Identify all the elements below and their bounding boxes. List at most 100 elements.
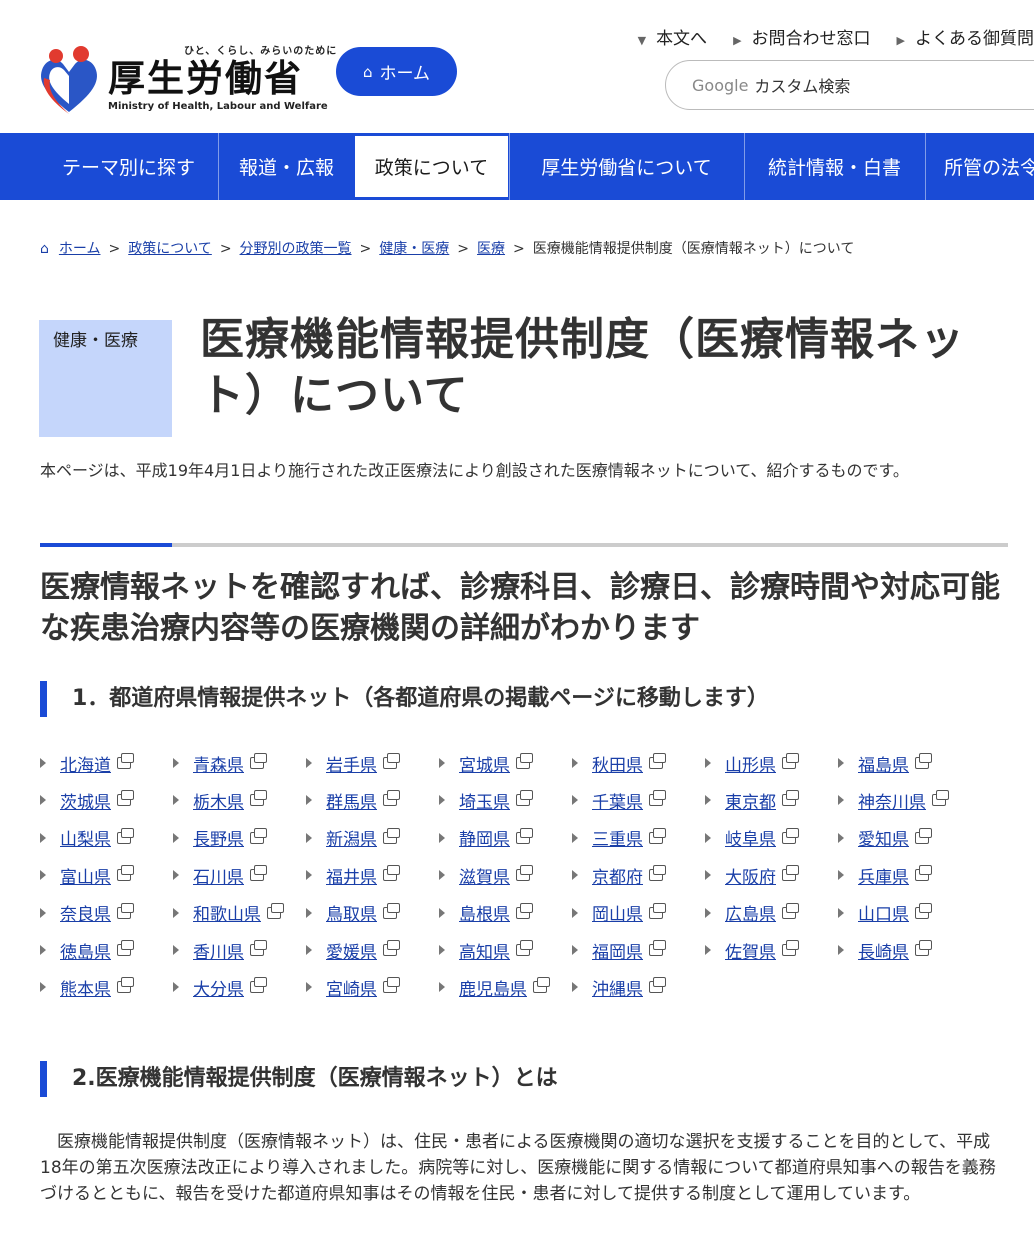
triangle-right-icon: ▶ [733,34,742,47]
prefecture-link[interactable]: 長野県 [173,823,267,853]
prefecture-link[interactable]: 青森県 [173,748,267,778]
prefecture-link[interactable]: 神奈川県 [838,785,949,815]
prefecture-link[interactable]: 和歌山県 [173,898,284,928]
prefecture-link[interactable]: 静岡県 [439,823,533,853]
external-link-icon [117,827,134,844]
prefecture-link[interactable]: 秋田県 [572,748,666,778]
prefecture-link[interactable]: 熊本県 [40,972,134,1002]
external-link-icon [649,865,666,882]
util-link-main[interactable]: ▼ 本文へ [638,24,707,49]
nav-item-press[interactable]: 報道・広報 [218,133,354,200]
prefecture-link[interactable]: 岩手県 [306,748,400,778]
triangle-bullet-icon [572,907,578,918]
prefecture-link-label: 宮崎県 [326,979,377,1000]
prefecture-link[interactable]: 岡山県 [572,898,666,928]
prefecture-link[interactable]: 新潟県 [306,823,400,853]
search-input[interactable]: Google カスタム検索 [665,60,1034,110]
breadcrumb-home[interactable]: ホーム [59,241,101,257]
prefecture-link-label: 奈良県 [60,905,111,926]
prefecture-link-label: 山形県 [725,755,776,776]
prefecture-link[interactable]: 埼玉県 [439,785,533,815]
prefecture-link[interactable]: 富山県 [40,860,134,890]
prefecture-link[interactable]: 石川県 [173,860,267,890]
external-link-icon [782,940,799,956]
prefecture-link[interactable]: 佐賀県 [705,935,799,965]
triangle-bullet-icon [705,945,711,955]
external-link-icon [649,940,666,956]
breadcrumb-health[interactable]: 健康・医療 [379,241,449,257]
external-link-icon [782,865,799,882]
prefecture-link[interactable]: 山形県 [705,748,799,778]
home-icon: ⌂ [362,62,373,81]
prefecture-link[interactable]: 愛媛県 [306,935,400,965]
prefecture-link[interactable]: 東京都 [705,785,799,815]
prefecture-link[interactable]: 岐阜県 [705,823,799,853]
external-link-icon [649,827,666,844]
prefecture-link[interactable]: 三重県 [572,823,666,853]
prefecture-link[interactable]: 福井県 [306,860,400,890]
prefecture-link-label: 山口県 [858,905,909,926]
prefecture-link[interactable]: 長崎県 [838,935,932,965]
prefecture-link[interactable]: 茨城県 [40,785,134,815]
nav-item-about[interactable]: 厚生労働省について [509,133,743,200]
nav-item-laws[interactable]: 所管の法令 [925,133,1034,200]
breadcrumb-field-list[interactable]: 分野別の政策一覧 [240,241,352,257]
prefecture-link[interactable]: 鳥取県 [306,898,400,928]
prefecture-link[interactable]: 宮崎県 [306,972,400,1002]
breadcrumb-policy[interactable]: 政策について [128,241,212,257]
prefecture-link-label: 大分県 [193,979,244,1000]
triangle-bullet-icon [173,907,179,918]
prefecture-link-label: 秋田県 [592,755,643,776]
nav-item-policy[interactable]: 政策について [355,136,508,197]
prefecture-link[interactable]: 山梨県 [40,823,134,853]
prefecture-link-label: 鹿児島県 [459,979,527,1000]
prefecture-link[interactable]: 大阪府 [705,860,799,890]
nav-item-theme[interactable]: テーマ別に探す [40,133,217,200]
section-divider [40,543,1008,547]
home-button[interactable]: ⌂ ホーム [336,47,457,96]
prefecture-link[interactable]: 高知県 [439,935,533,965]
prefecture-link[interactable]: 広島県 [705,898,799,928]
prefecture-link[interactable]: 京都府 [572,860,666,890]
prefecture-link[interactable]: 滋賀県 [439,860,533,890]
prefecture-link[interactable]: 北海道 [40,748,134,778]
prefecture-link[interactable]: 千葉県 [572,785,666,815]
prefecture-link[interactable]: 宮城県 [439,748,533,778]
util-link-contact[interactable]: ▶ お問合わせ窓口 [733,24,870,49]
triangle-bullet-icon [838,945,844,955]
triangle-bullet-icon [838,907,844,918]
prefecture-link[interactable]: 沖縄県 [572,972,666,1002]
prefecture-link-label: 広島県 [725,905,776,926]
external-link-icon [915,902,932,919]
prefecture-link[interactable]: 愛知県 [838,823,932,853]
triangle-bullet-icon [40,870,46,881]
prefecture-link-label: 岐阜県 [725,830,776,851]
prefecture-link[interactable]: 福島県 [838,748,932,778]
prefecture-link[interactable]: 鹿児島県 [439,972,550,1002]
prefecture-link[interactable]: 島根県 [439,898,533,928]
prefecture-link[interactable]: 奈良県 [40,898,134,928]
triangle-right-icon: ▶ [896,34,905,47]
prefecture-link[interactable]: 福岡県 [572,935,666,965]
external-link-icon [383,827,400,844]
subsection-title-about: 2.医療機能情報提供制度（医療情報ネット）とは [40,1061,558,1097]
prefecture-link[interactable]: 群馬県 [306,785,400,815]
triangle-bullet-icon [838,870,844,881]
nav-item-statistics[interactable]: 統計情報・白書 [744,133,924,200]
external-link-icon [649,902,666,919]
prefecture-link[interactable]: 大分県 [173,972,267,1002]
external-link-icon [915,940,932,956]
prefecture-link[interactable]: 徳島県 [40,935,134,965]
breadcrumb-medical[interactable]: 医療 [477,241,505,257]
prefecture-link[interactable]: 兵庫県 [838,860,932,890]
prefecture-link[interactable]: 栃木県 [173,785,267,815]
external-link-icon [915,827,932,844]
util-link-faq[interactable]: ▶ よくある御質問 [897,24,1034,49]
site-logo[interactable]: ひと、くらし、みらいのために 厚生労働省 Ministry of Health,… [36,42,337,120]
prefecture-link[interactable]: 山口県 [838,898,932,928]
external-link-icon [516,902,533,919]
external-link-icon [516,753,533,769]
external-link-icon [533,977,550,994]
prefecture-link-label: 大阪府 [725,867,776,888]
prefecture-link[interactable]: 香川県 [173,935,267,965]
